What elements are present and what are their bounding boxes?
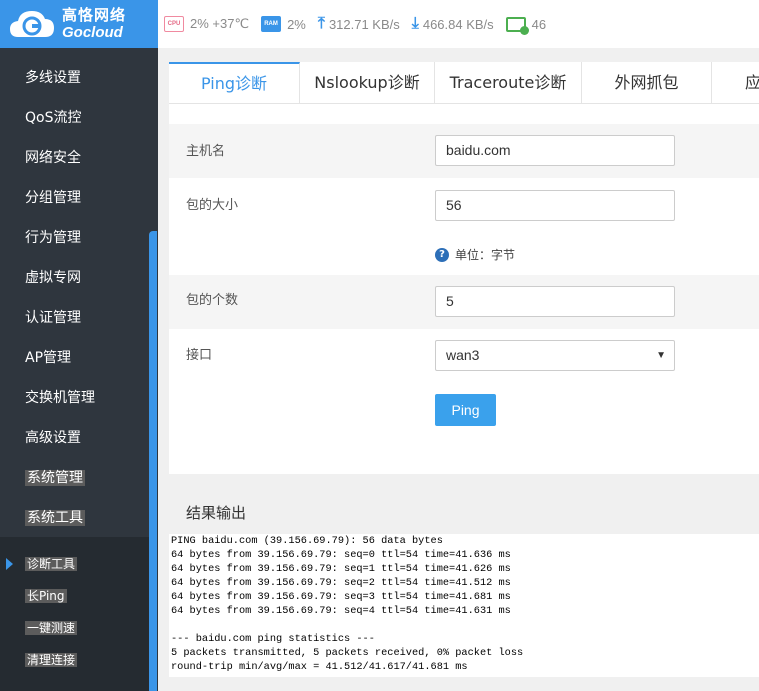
status-bar: CPU 2% +37℃ RAM 2% ⤒ 312.71 KB/s ⤓ 466.8… [158,0,759,48]
ram-icon: RAM [261,16,282,32]
count-input-field[interactable] [446,293,674,309]
output-line: 64 bytes from 39.156.69.79: seq=2 ttl=54… [171,577,511,589]
tab-traceroute[interactable]: Traceroute诊断 [435,62,582,104]
sidebar-item-tools[interactable]: 系统工具 [0,498,158,538]
cloud-logo-icon [8,7,56,41]
result-title: 结果输出 [186,504,247,522]
iface-value: wan3 [446,347,480,363]
sidebar-item-multiline[interactable]: 多线设置 [0,58,158,98]
tab-bar: Ping诊断 Nslookup诊断 Traceroute诊断 外网抓包 应 [169,62,759,104]
size-input-field[interactable] [446,197,674,213]
tab-nslookup[interactable]: Nslookup诊断 [300,62,435,104]
download-stat: ⤓ 466.84 KB/s [412,15,494,33]
download-arrow-icon: ⤓ [411,15,419,32]
cpu-value: 2% +37℃ [190,16,250,31]
output-line: 64 bytes from 39.156.69.79: seq=4 ttl=54… [171,605,511,617]
tab-ping[interactable]: Ping诊断 [169,62,300,104]
brand-name-cn: 高恪网络 [62,6,127,24]
subitem-clear-connections[interactable]: 清理连接 [0,644,149,676]
question-icon: ? [435,247,449,262]
ram-value: 2% [287,16,306,32]
monitor-check-icon [505,16,529,35]
row-host: 主机名 [169,124,759,178]
host-label: 主机名 [186,144,226,159]
ping-button[interactable]: Ping [435,394,496,426]
brand-name-en: Gocloud [62,24,123,41]
sidebar-item-qos[interactable]: QoS流控 [0,98,158,138]
row-count: 包的个数 [169,275,759,329]
output-line: round-trip min/avg/max = 41.512/41.617/4… [171,661,468,673]
brand-logo-area: 高恪网络 Gocloud [0,0,158,48]
sidebar-item-auth[interactable]: 认证管理 [0,298,158,338]
size-hint: ? 单位：字节 [435,246,515,263]
subitem-diagnostics[interactable]: 诊断工具 [0,548,149,580]
sidebar-item-advanced[interactable]: 高级设置 [0,418,158,458]
upload-arrow-icon: ⤒ [317,15,325,32]
tab-capture[interactable]: 外网抓包 [582,62,712,104]
sidebar-item-system[interactable]: 系统管理 [0,458,158,498]
output-line: PING baidu.com (39.156.69.79): 56 data b… [171,535,443,547]
subitem-speedtest[interactable]: 一键测速 [0,612,149,644]
sidebar-item-switch[interactable]: 交换机管理 [0,378,158,418]
size-label: 包的大小 [186,198,239,213]
subitem-label: 清理连接 [25,653,78,667]
result-output[interactable]: PING baidu.com (39.156.69.79): 56 data b… [169,534,759,677]
iface-select[interactable]: wan3 ▼ [435,340,675,371]
output-line: 64 bytes from 39.156.69.79: seq=0 ttl=54… [171,549,511,561]
row-iface: 接口 wan3 ▼ [169,329,759,379]
count-label: 包的个数 [186,293,239,308]
output-line: 64 bytes from 39.156.69.79: seq=1 ttl=54… [171,563,511,575]
size-input[interactable] [435,190,675,221]
download-value: 466.84 KB/s [422,16,494,32]
sidebar-item-vpn[interactable]: 虚拟专网 [0,258,158,298]
cpu-stat: CPU 2% +37℃ [164,16,249,32]
terminals-value: 46 [531,16,547,32]
output-line: 64 bytes from 39.156.69.79: seq=3 ttl=54… [171,591,511,603]
iface-label: 接口 [186,348,213,363]
result-section: 结果输出 PING baidu.com (39.156.69.79): 56 d… [169,486,759,691]
sidebar-item-ap[interactable]: AP管理 [0,338,158,378]
count-input[interactable] [435,286,675,317]
sidebar-item-label: 系统管理 [25,470,85,486]
sidebar-scrollbar[interactable] [149,231,157,691]
tools-submenu: 诊断工具 长Ping 一键测速 清理连接 [0,537,149,691]
cpu-icon: CPU [164,16,184,32]
tab-more[interactable]: 应 [712,62,759,104]
upload-stat: ⤒ 312.71 KB/s [318,15,400,33]
host-input-field[interactable] [446,142,674,158]
sidebar-item-behavior[interactable]: 行为管理 [0,218,158,258]
sidebar-item-security[interactable]: 网络安全 [0,138,158,178]
subitem-long-ping[interactable]: 长Ping [0,580,149,612]
sidebar-item-groups[interactable]: 分组管理 [0,178,158,218]
ping-form: 主机名 包的大小 ? 单位：字节 包的个数 接口 wan3 ▼ Ping [169,104,759,474]
size-hint-text: 单位：字节 [455,248,516,262]
upload-value: 312.71 KB/s [328,16,400,32]
caret-down-icon: ▼ [656,350,666,361]
subitem-label: 诊断工具 [25,557,78,571]
subitem-label: 长Ping [25,589,67,603]
sidebar-item-label: 系统工具 [25,510,85,526]
ram-stat: RAM 2% [261,16,306,32]
subitem-label: 一键测速 [25,621,78,635]
terminals-stat[interactable]: 46 [505,16,547,35]
host-input[interactable] [435,135,675,166]
output-line: --- baidu.com ping statistics --- [171,633,375,645]
output-line: 5 packets transmitted, 5 packets receive… [171,647,524,659]
